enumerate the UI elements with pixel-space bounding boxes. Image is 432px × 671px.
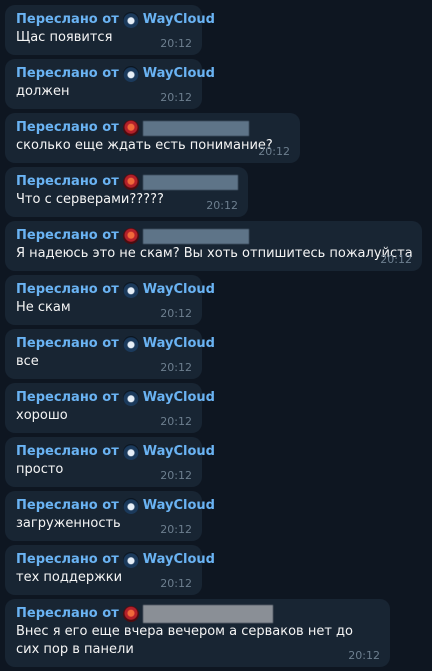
forward-sender-name[interactable]: WayCloud <box>143 443 215 461</box>
message-bubble[interactable]: Переслано от WayCloud просто 20:12 <box>5 437 215 487</box>
waycloud-logo-icon <box>122 66 139 82</box>
message-text: сколько еще ждать есть понимание? <box>16 138 273 153</box>
message-bubble[interactable]: Переслано от Я надеюсь это не скам? Вы х… <box>5 221 422 271</box>
forwarded-header[interactable]: Переслано от WayCloud <box>16 443 215 461</box>
forwarded-header[interactable]: Переслано от WayCloud <box>16 65 215 83</box>
message-time: 20:12 <box>160 415 192 428</box>
forwarded-label: Переслано от <box>16 282 119 297</box>
message-bubble[interactable]: Переслано от WayCloud все 20:12 <box>5 329 215 379</box>
red-avatar-icon <box>122 174 139 190</box>
forwarded-header[interactable]: Переслано от <box>16 173 238 191</box>
message-bubble[interactable]: Переслано от WayCloud тех поддержки 20:1… <box>5 545 215 595</box>
redacted-sender-name <box>142 605 273 623</box>
message-time: 20:12 <box>160 523 192 536</box>
forward-sender-name[interactable]: WayCloud <box>143 389 215 407</box>
forward-sender-name[interactable]: WayCloud <box>143 281 215 299</box>
forwarded-label: Переслано от <box>16 12 119 27</box>
message-bubble[interactable]: Переслано от WayCloud загруженность 20:1… <box>5 491 215 541</box>
waycloud-logo-icon <box>122 390 139 406</box>
redacted-sender-name <box>142 120 249 136</box>
red-avatar-icon <box>122 228 139 244</box>
message-time: 20:12 <box>348 649 380 662</box>
forwarded-header[interactable]: Переслано от WayCloud <box>16 497 215 515</box>
forwarded-label: Переслано от <box>16 336 119 351</box>
message-text: Что с серверами????? <box>16 192 164 207</box>
forward-sender-name[interactable]: WayCloud <box>143 65 215 83</box>
forwarded-label: Переслано от <box>16 606 119 621</box>
message-bubble[interactable]: Переслано от WayCloud Не скам 20:12 <box>5 275 215 325</box>
message-time: 20:12 <box>160 469 192 482</box>
waycloud-logo-icon <box>122 12 139 28</box>
forwarded-header[interactable]: Переслано от WayCloud <box>16 335 215 353</box>
waycloud-logo-icon <box>122 336 139 352</box>
message-time: 20:12 <box>206 199 238 212</box>
forwarded-label: Переслано от <box>16 228 119 243</box>
message-time: 20:12 <box>258 145 290 158</box>
message-bubble[interactable]: Переслано от Внес я его еще вчера вечеро… <box>5 599 390 667</box>
message-time: 20:12 <box>160 37 192 50</box>
message-time: 20:12 <box>160 307 192 320</box>
message-bubble[interactable]: Переслано от WayCloud хорошо 20:12 <box>5 383 215 433</box>
redacted-sender-name <box>142 228 249 244</box>
redacted-sender-name <box>142 174 238 190</box>
forwarded-label: Переслано от <box>16 390 119 405</box>
forward-sender-name[interactable]: WayCloud <box>143 497 215 515</box>
forwarded-label: Переслано от <box>16 444 119 459</box>
forwarded-label: Переслано от <box>16 552 119 567</box>
forward-sender-name[interactable]: WayCloud <box>143 335 215 353</box>
forward-sender-name[interactable]: WayCloud <box>143 11 215 29</box>
chat-history[interactable]: Переслано от WayCloud Щас появится 20:12… <box>0 0 432 671</box>
forwarded-header[interactable]: Переслано от WayCloud <box>16 281 215 299</box>
message-time: 20:12 <box>160 91 192 104</box>
waycloud-logo-icon <box>122 552 139 568</box>
forward-sender-name[interactable]: WayCloud <box>143 551 215 569</box>
message-time: 20:12 <box>380 253 412 266</box>
forwarded-label: Переслано от <box>16 120 119 135</box>
waycloud-logo-icon <box>122 498 139 514</box>
message-time: 20:12 <box>160 577 192 590</box>
message-bubble[interactable]: Переслано от сколько еще ждать есть пони… <box>5 113 300 163</box>
forwarded-label: Переслано от <box>16 66 119 81</box>
waycloud-logo-icon <box>122 282 139 298</box>
forwarded-header[interactable]: Переслано от WayCloud <box>16 389 215 407</box>
forwarded-header[interactable]: Переслано от WayCloud <box>16 551 215 569</box>
message-time: 20:12 <box>160 361 192 374</box>
message-bubble[interactable]: Переслано от Что с серверами????? 20:12 <box>5 167 248 217</box>
forwarded-header[interactable]: Переслано от WayCloud <box>16 11 215 29</box>
message-text: Я надеюсь это не скам? Вы хоть отпишитес… <box>16 246 413 261</box>
red-avatar-icon <box>122 120 139 136</box>
forwarded-header[interactable]: Переслано от <box>16 227 412 245</box>
forwarded-header[interactable]: Переслано от <box>16 605 380 623</box>
forwarded-header[interactable]: Переслано от <box>16 119 290 137</box>
forwarded-label: Переслано от <box>16 498 119 513</box>
message-bubble[interactable]: Переслано от WayCloud Щас появится 20:12 <box>5 5 215 55</box>
red-avatar-icon <box>122 606 139 622</box>
message-text: Внес я его еще вчера вечером а серваков … <box>16 624 353 657</box>
forwarded-label: Переслано от <box>16 174 119 189</box>
waycloud-logo-icon <box>122 444 139 460</box>
message-bubble[interactable]: Переслано от WayCloud должен 20:12 <box>5 59 215 109</box>
